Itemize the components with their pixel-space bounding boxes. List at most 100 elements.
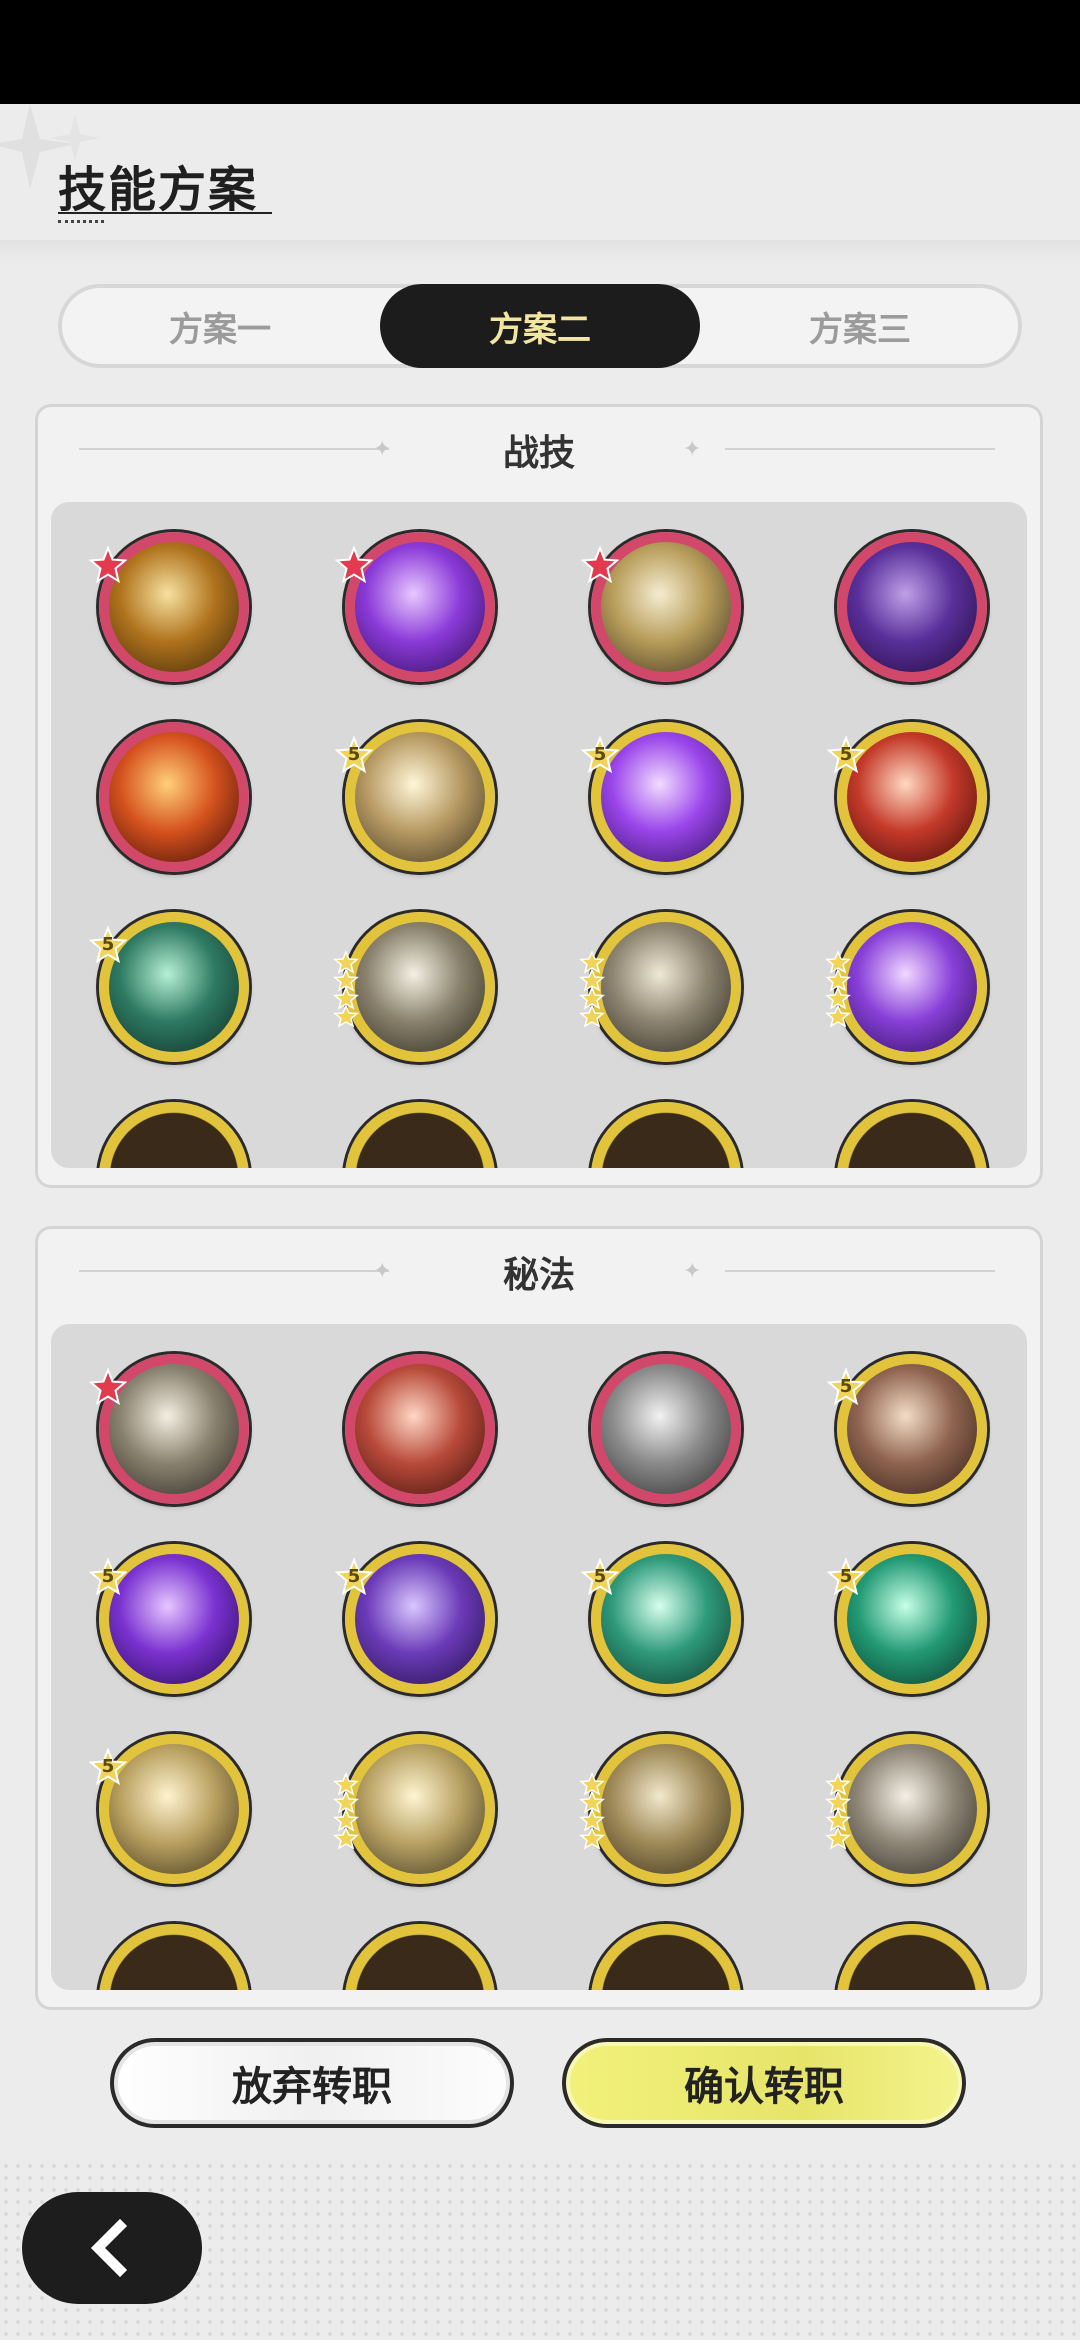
back-button[interactable] xyxy=(22,2192,202,2304)
combat-skill-slot[interactable] xyxy=(88,532,249,682)
star-rating-icon xyxy=(825,948,851,1028)
combat-skill-slot[interactable] xyxy=(580,532,741,682)
level-badge: 5 xyxy=(826,1367,866,1406)
arcane-skill-slot[interactable]: 5 xyxy=(88,1544,249,1694)
red-star-badge-icon xyxy=(580,545,620,584)
combat-skill-slot[interactable]: 5 xyxy=(334,722,495,872)
level-badge-number: 5 xyxy=(101,1566,115,1587)
combat-skill-slot[interactable]: 5 xyxy=(88,912,249,1062)
sword-up-icon xyxy=(847,1744,977,1874)
heal-plus-icon xyxy=(601,1554,731,1684)
header-line-right xyxy=(725,448,995,450)
fist-strike-icon xyxy=(355,1364,485,1494)
level-badge: 5 xyxy=(580,1557,620,1596)
page-title: 技能方案 xyxy=(58,162,259,218)
arcane-skill-slot[interactable] xyxy=(345,1354,495,1504)
combat-skill-slot[interactable]: 5 xyxy=(826,722,987,872)
green-sword-icon xyxy=(847,1554,977,1684)
grasping-hand-icon xyxy=(601,542,731,672)
combat-skill-slot-partial[interactable] xyxy=(837,1102,987,1168)
level-badge-number: 5 xyxy=(101,934,115,955)
arcane-skill-slot-partial[interactable] xyxy=(837,1924,987,1990)
arcane-section-title: 秘法 xyxy=(502,1255,575,1296)
combat-skill-slot-partial[interactable] xyxy=(99,1102,249,1168)
level-badge-number: 5 xyxy=(839,744,853,765)
whirl-icon xyxy=(601,922,731,1052)
skill-ring xyxy=(345,1102,495,1168)
combat-skills-panel: ✦ 战技 ✦ 5 5 5 5 xyxy=(35,404,1043,1188)
arcane-skill-slot[interactable] xyxy=(825,1734,987,1884)
tab-plan-3[interactable]: 方案三 xyxy=(700,284,1020,368)
combat-panel-header: ✦ 战技 ✦ xyxy=(35,404,1043,494)
abandon-job-change-button[interactable]: 放弃转职 xyxy=(110,2038,514,2128)
eye-icon xyxy=(355,1744,485,1874)
star-rating-icon xyxy=(825,1770,851,1850)
golden-slash-icon xyxy=(109,542,239,672)
dash-silhouette-icon xyxy=(355,1554,485,1684)
arcane-skill-slot[interactable]: 5 xyxy=(826,1354,987,1504)
title-dots xyxy=(58,220,104,223)
tab-plan-2[interactable]: 方案二 xyxy=(380,284,700,368)
cancel-button-label: 放弃转职 xyxy=(232,2064,392,2110)
arcane-skill-slot[interactable]: 5 xyxy=(580,1544,741,1694)
level-badge-number: 5 xyxy=(347,744,361,765)
skill-ring xyxy=(345,1924,495,1990)
arcane-skill-slot-partial[interactable] xyxy=(591,1924,741,1990)
combat-skill-slot[interactable] xyxy=(99,722,249,872)
raised-blade-icon xyxy=(847,732,977,862)
level-badge-number: 5 xyxy=(347,1566,361,1587)
red-star-badge-icon xyxy=(88,1367,128,1406)
spider-web-icon xyxy=(109,922,239,1052)
tab-plan-1[interactable]: 方案一 xyxy=(60,284,380,368)
combat-skill-slot-partial[interactable] xyxy=(591,1102,741,1168)
shadow-claw-icon xyxy=(847,542,977,672)
arcane-skill-grid: 5 5 5 5 5 5 xyxy=(51,1324,1027,1990)
combat-skill-slot[interactable] xyxy=(825,912,987,1062)
arcane-skill-slot[interactable]: 5 xyxy=(826,1544,987,1694)
combat-skill-slot[interactable] xyxy=(837,532,987,682)
level-badge: 5 xyxy=(580,735,620,774)
burst-explosion-icon xyxy=(355,732,485,862)
level-badge: 5 xyxy=(334,1557,374,1596)
level-badge: 5 xyxy=(88,1747,128,1786)
star-rating-icon xyxy=(579,1770,605,1850)
maple-leaf-icon xyxy=(109,1364,239,1494)
plan-tabs: 方案一 方案二 方案三 xyxy=(58,284,1022,368)
combat-skill-slot[interactable] xyxy=(334,532,495,682)
purple-fire-icon xyxy=(109,1554,239,1684)
combat-skill-slot[interactable] xyxy=(579,912,741,1062)
heart-shield-icon xyxy=(847,1364,977,1494)
arcane-skill-slot[interactable] xyxy=(579,1734,741,1884)
confirm-job-change-button[interactable]: 确认转职 xyxy=(562,2038,966,2128)
arcane-skill-slot[interactable] xyxy=(88,1354,249,1504)
level-badge-number: 5 xyxy=(593,1566,607,1587)
purple-roses-icon xyxy=(355,542,485,672)
star-rating-icon xyxy=(333,948,359,1028)
skill-ring xyxy=(837,1924,987,1990)
title-underline xyxy=(58,212,272,214)
level-badge-number: 5 xyxy=(839,1376,853,1397)
combat-skill-slot[interactable]: 5 xyxy=(580,722,741,872)
level-badge: 5 xyxy=(826,735,866,774)
arcane-skill-slot[interactable]: 5 xyxy=(88,1734,249,1884)
header-shadow xyxy=(0,240,1080,262)
flame-icon xyxy=(109,732,239,862)
arcane-skill-slot-partial[interactable] xyxy=(99,1924,249,1990)
red-star-badge-icon xyxy=(88,545,128,584)
arcane-skill-slot[interactable] xyxy=(333,1734,495,1884)
skill-ring xyxy=(99,1102,249,1168)
confirm-button-label: 确认转职 xyxy=(684,2064,844,2110)
arcane-skill-slot-partial[interactable] xyxy=(345,1924,495,1990)
skill-ring xyxy=(99,1924,249,1990)
level-badge-number: 5 xyxy=(101,1756,115,1777)
combat-skill-slot-partial[interactable] xyxy=(345,1102,495,1168)
arcane-skill-slot[interactable]: 5 xyxy=(334,1544,495,1694)
wind-slash-icon xyxy=(355,922,485,1052)
combat-skill-slot[interactable] xyxy=(333,912,495,1062)
level-badge: 5 xyxy=(88,925,128,964)
level-badge: 5 xyxy=(88,1557,128,1596)
arcane-skill-slot[interactable] xyxy=(591,1354,741,1504)
level-badge-number: 5 xyxy=(839,1566,853,1587)
header-sparkle-icon: ✦ xyxy=(683,1259,702,1284)
skill-ring xyxy=(591,1924,741,1990)
